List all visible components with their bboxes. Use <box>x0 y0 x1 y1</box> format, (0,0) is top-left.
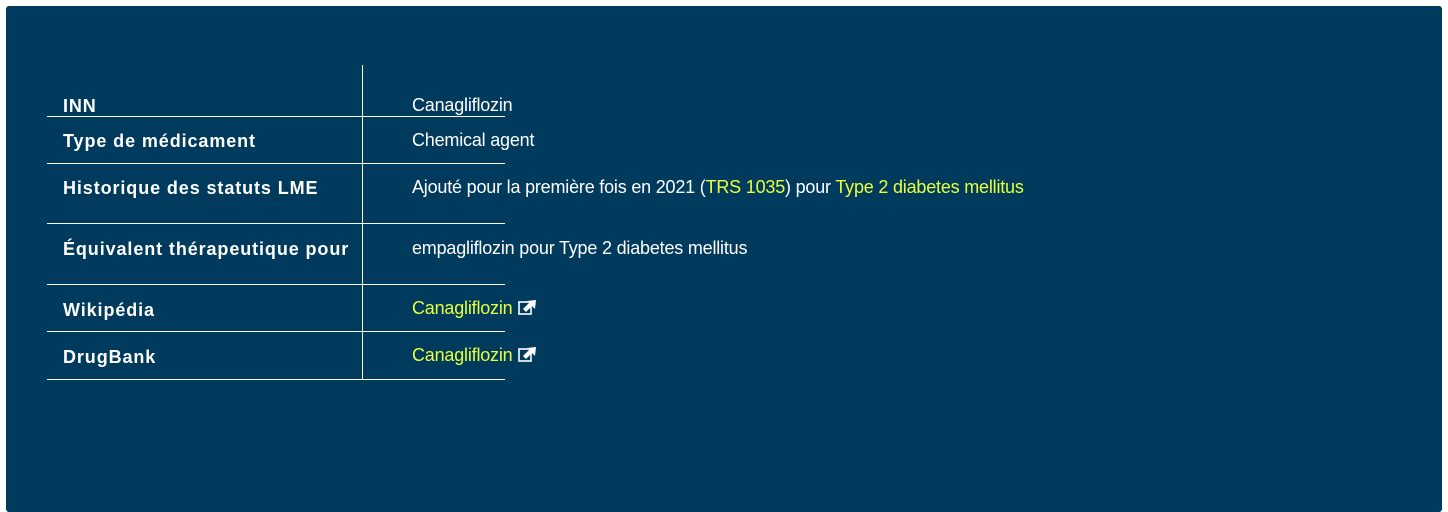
equivalent-label: Équivalent thérapeutique pour <box>47 224 363 285</box>
wikipedia-label: Wikipédia <box>47 285 363 332</box>
table-row-drugbank: DrugBank Canagliflozin <box>47 332 1435 380</box>
drugbank-value: Canagliflozin <box>363 332 537 380</box>
table-row-history: Historique des statuts LME Ajouté pour l… <box>47 164 1435 224</box>
drugbank-link[interactable]: Canagliflozin <box>412 345 513 365</box>
table-row-wikipedia: Wikipédia Canagliflozin <box>47 285 1435 332</box>
history-label: Historique des statuts LME <box>47 164 363 224</box>
inn-label: INN <box>47 65 363 117</box>
table-row-equivalent: Équivalent thérapeutique pour empagliflo… <box>47 224 1435 285</box>
external-link-icon[interactable] <box>518 299 537 316</box>
table-row-type: Type de médicament Chemical agent <box>47 117 1435 164</box>
type-label: Type de médicament <box>47 117 363 164</box>
external-link-icon[interactable] <box>518 346 537 363</box>
table-row-inn: INN Canagliflozin <box>47 65 1435 117</box>
indication-link[interactable]: Type 2 diabetes mellitus <box>835 177 1024 197</box>
inn-value: Canagliflozin <box>412 95 513 115</box>
history-value: Ajouté pour la première fois en 2021 (TR… <box>363 164 1024 224</box>
wikipedia-value: Canagliflozin <box>363 285 537 332</box>
equivalent-value: empagliflozin pour Type 2 diabetes melli… <box>412 238 748 258</box>
trs-link[interactable]: TRS 1035 <box>706 177 786 197</box>
wikipedia-link[interactable]: Canagliflozin <box>412 298 513 318</box>
history-text-before: Ajouté pour la première fois en 2021 ( <box>412 177 706 197</box>
history-text-middle: ) pour <box>785 177 836 197</box>
drugbank-label: DrugBank <box>47 332 363 380</box>
type-value: Chemical agent <box>412 130 535 150</box>
medicine-info-table: INN Canagliflozin Type de médicament Che… <box>47 65 1435 380</box>
medicine-info-panel: INN Canagliflozin Type de médicament Che… <box>6 6 1442 512</box>
